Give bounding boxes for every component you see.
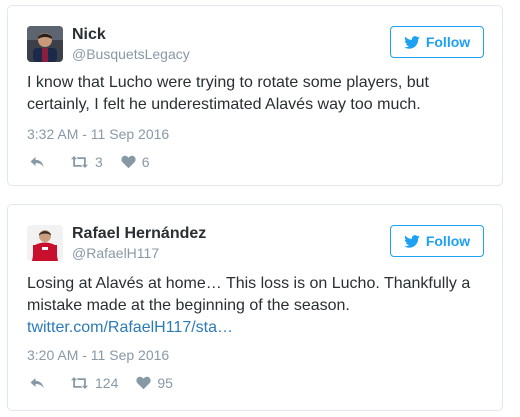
- tweet-timestamp[interactable]: 3:32 AM - 11 Sep 2016: [27, 126, 169, 142]
- display-name[interactable]: Rafael Hernández: [72, 226, 206, 242]
- like-button[interactable]: 95: [136, 375, 173, 391]
- display-name[interactable]: Nick: [72, 27, 190, 43]
- follow-label: Follow: [425, 233, 471, 249]
- user-names: Rafael Hernández @RafaelH117: [72, 226, 206, 261]
- follow-button[interactable]: Follow: [390, 26, 484, 58]
- user-names: Nick @BusquetsLegacy: [72, 27, 190, 62]
- tweet-header: Rafael Hernández @RafaelH117: [27, 225, 206, 261]
- retweet-count: 3: [95, 154, 103, 170]
- tweet-timestamp[interactable]: 3:20 AM - 11 Sep 2016: [27, 347, 169, 363]
- retweet-icon: [71, 156, 88, 168]
- retweet-count: 124: [95, 375, 119, 391]
- heart-icon: [121, 155, 136, 169]
- tweet-header: Nick @BusquetsLegacy: [27, 26, 190, 62]
- user-handle[interactable]: @RafaelH117: [72, 246, 206, 260]
- tweet-card: Nick @BusquetsLegacy Follow I know that …: [7, 5, 503, 186]
- reply-button[interactable]: [29, 376, 45, 390]
- reply-icon: [30, 378, 44, 388]
- heart-icon: [136, 376, 151, 390]
- tweet-body: Losing at Alavés at home… This loss is o…: [27, 275, 471, 314]
- reply-button[interactable]: [29, 155, 45, 169]
- retweet-icon: [71, 377, 88, 389]
- tweet-card: Rafael Hernández @RafaelH117 Follow Losi…: [7, 204, 503, 411]
- tweet-link[interactable]: twitter.com/RafaelH117/sta…: [27, 317, 233, 339]
- avatar[interactable]: [27, 26, 63, 62]
- follow-label: Follow: [425, 34, 471, 50]
- like-button[interactable]: 6: [121, 154, 150, 170]
- tweet-actions: 124 95: [29, 375, 173, 391]
- follow-button[interactable]: Follow: [390, 225, 484, 257]
- reply-icon: [30, 157, 44, 167]
- like-count: 95: [157, 375, 173, 391]
- user-handle[interactable]: @BusquetsLegacy: [72, 47, 190, 61]
- tweet-actions: 3 6: [29, 154, 150, 170]
- retweet-button[interactable]: 3: [70, 154, 103, 170]
- tweet-text: Losing at Alavés at home… This loss is o…: [27, 273, 484, 339]
- avatar[interactable]: [27, 225, 63, 261]
- retweet-button[interactable]: 124: [70, 375, 118, 391]
- like-count: 6: [141, 154, 150, 170]
- twitter-bird-icon: [404, 234, 420, 248]
- twitter-bird-icon: [404, 35, 420, 49]
- tweet-feed: Nick @BusquetsLegacy Follow I know that …: [0, 0, 520, 417]
- tweet-text: I know that Lucho were trying to rotate …: [27, 74, 429, 113]
